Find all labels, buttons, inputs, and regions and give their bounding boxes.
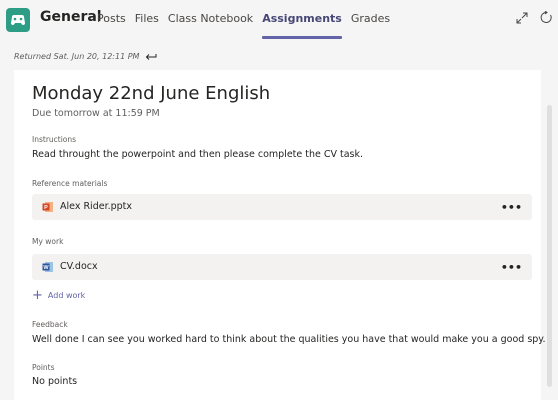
add-work-button[interactable]: + Add work: [32, 288, 85, 303]
popout-icon[interactable]: [516, 12, 528, 24]
tab-posts[interactable]: Posts: [97, 12, 126, 25]
team-icon[interactable]: [6, 8, 30, 32]
svg-text:P: P: [44, 205, 48, 211]
tab-grades[interactable]: Grades: [351, 12, 390, 25]
reference-file-name: Alex Rider.pptx: [60, 201, 133, 212]
word-file-icon: W: [42, 262, 53, 272]
channel-header: General Posts Files Class Notebook Assig…: [0, 0, 558, 44]
svg-text:W: W: [43, 265, 49, 271]
return-arrow-icon: [145, 53, 157, 60]
feedback-text: Well done I can see you worked hard to t…: [32, 334, 546, 345]
my-work-file-row[interactable]: W CV.docx •••: [32, 254, 532, 280]
add-work-label: Add work: [47, 291, 86, 300]
tab-files[interactable]: Files: [135, 12, 159, 25]
returned-text: Returned Sat. Jun 20, 12:11 PM: [14, 52, 140, 61]
my-work-label: My work: [32, 237, 64, 246]
more-options-icon[interactable]: •••: [501, 261, 522, 274]
points-text: No points: [32, 376, 78, 387]
tab-class-notebook[interactable]: Class Notebook: [168, 12, 253, 25]
assignment-card: Monday 22nd June English Due tomorrow at…: [14, 70, 546, 400]
my-work-file-name: CV.docx: [60, 261, 98, 272]
reference-materials-label: Reference materials: [32, 179, 108, 188]
more-options-icon[interactable]: •••: [501, 201, 522, 214]
channel-name: General: [40, 9, 102, 25]
tab-bar: Posts Files Class Notebook Assignments G…: [97, 12, 390, 39]
feedback-label: Feedback: [32, 320, 68, 329]
instructions-label: Instructions: [32, 135, 77, 144]
reference-file-row[interactable]: P Alex Rider.pptx •••: [32, 194, 532, 220]
points-label: Points: [32, 363, 55, 372]
instructions-text: Read throught the powerpoint and then pl…: [32, 149, 364, 160]
plus-icon: +: [32, 288, 43, 303]
due-date: Due tomorrow at 11:59 PM: [32, 108, 160, 119]
scrollbar-thumb[interactable]: [547, 105, 552, 387]
tab-assignments[interactable]: Assignments: [262, 12, 342, 39]
powerpoint-file-icon: P: [42, 202, 53, 212]
refresh-icon[interactable]: [540, 11, 553, 24]
returned-status: Returned Sat. Jun 20, 12:11 PM: [14, 52, 157, 61]
assignment-title: Monday 22nd June English: [32, 83, 271, 104]
